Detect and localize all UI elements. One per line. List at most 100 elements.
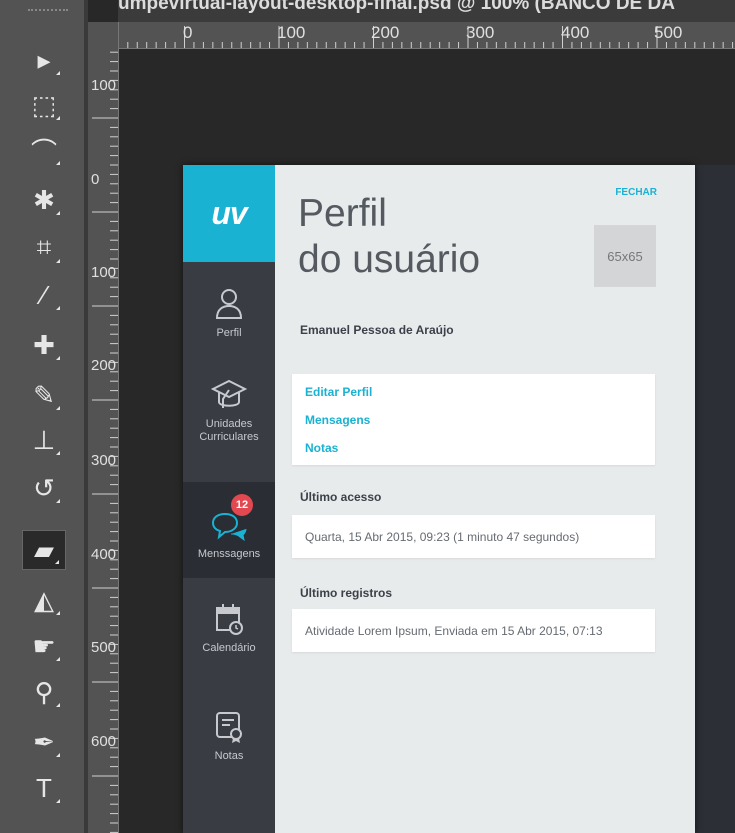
title-line: do usuário — [298, 238, 481, 281]
title-line: Perfil — [298, 192, 387, 235]
flyout-indicator — [56, 71, 60, 75]
stamp-icon: ⊥ — [32, 424, 56, 455]
neighbor-artboard — [681, 165, 735, 833]
eyedropper-tool[interactable]: ⁄ — [22, 275, 66, 315]
crop-icon: ⌗ — [36, 232, 52, 262]
ruler-label: 0 — [91, 171, 100, 188]
nav-label: Perfil — [216, 327, 242, 339]
profile-links-card: Editar Perfil Mensagens Notas — [292, 374, 655, 465]
nav-item-mensagens[interactable]: 12 Menssagens — [183, 482, 275, 578]
flyout-indicator — [56, 259, 60, 263]
flyout-indicator — [56, 753, 60, 757]
flyout-indicator — [56, 306, 60, 310]
ruler-label: 500 — [91, 639, 117, 656]
brush-icon: ✎ — [33, 379, 55, 410]
close-button[interactable]: FECHAR — [615, 187, 657, 198]
profile-artboard: uv Perfil Unidades Curriculares 12 Menss… — [183, 165, 695, 833]
calendar-icon — [216, 604, 243, 635]
smudge-tool[interactable]: ☛ — [22, 626, 66, 666]
nav-item-calendario[interactable]: Calendário — [183, 590, 275, 680]
last-records-label: Último registros — [300, 586, 393, 600]
last-access-label: Último acesso — [300, 490, 382, 504]
ruler-label: 500 — [654, 23, 683, 42]
nav-label: Notas — [214, 750, 244, 762]
grades-link[interactable]: Notas — [305, 441, 655, 469]
avatar[interactable]: 65x65 — [594, 225, 656, 287]
flyout-indicator — [56, 657, 60, 661]
ruler-label: 100 — [91, 264, 117, 281]
flyout-indicator — [56, 116, 60, 120]
crop-tool[interactable]: ⌗ — [22, 228, 66, 268]
ruler-origin[interactable] — [88, 22, 118, 48]
move-tool[interactable]: ▸ — [22, 40, 66, 80]
magic-wand-tool[interactable]: ✱ — [22, 180, 66, 220]
flyout-indicator — [56, 611, 60, 615]
tools-panel: ▸ ⬚ ⌒ ✱ ⌗ ⁄ ✚ ✎ ⊥ ↺ ▰ ◭ ☛ ⚲ ✒ T — [0, 0, 88, 833]
last-access-card: Quarta, 15 Abr 2015, 09:23 (1 minuto 47 … — [292, 515, 655, 558]
smudge-icon: ☛ — [32, 630, 56, 661]
flyout-indicator — [56, 211, 60, 215]
marquee-icon: ⬚ — [31, 89, 57, 120]
last-access-value: Quarta, 15 Abr 2015, 09:23 (1 minuto 47 … — [305, 529, 580, 544]
eyedropper-icon: ⁄ — [41, 279, 47, 310]
ruler-label: 400 — [561, 23, 590, 42]
brush-tool[interactable]: ✎ — [22, 375, 66, 415]
last-records-card: Atividade Lorem Ipsum, Enviada em 15 Abr… — [292, 609, 655, 652]
history-brush-icon: ↺ — [33, 472, 55, 503]
type-tool[interactable]: T — [22, 768, 66, 808]
ruler-label: 0 — [183, 23, 193, 42]
type-icon: T — [36, 772, 52, 803]
ruler-label: 400 — [91, 546, 117, 563]
app-sidebar: uv Perfil Unidades Curriculares 12 Menss… — [183, 165, 275, 833]
flyout-indicator — [55, 560, 59, 564]
pen-icon: ✒ — [33, 726, 55, 757]
marquee-tool[interactable]: ⬚ — [22, 85, 66, 125]
uv-logo[interactable]: uv — [183, 165, 275, 262]
panel-grip[interactable] — [28, 9, 68, 16]
ruler-label: 200 — [371, 23, 400, 42]
ruler-label: 100 — [91, 77, 117, 94]
ruler-ticks — [92, 23, 118, 833]
pen-tool[interactable]: ✒ — [22, 722, 66, 762]
flyout-indicator — [56, 799, 60, 803]
flyout-indicator — [56, 703, 60, 707]
certificate-icon — [216, 712, 242, 743]
ruler-label: 200 — [91, 357, 117, 374]
messages-link[interactable]: Mensagens — [305, 413, 655, 441]
zoom-icon: ⚲ — [34, 676, 54, 707]
document-tab-title[interactable]: umpevirtual-layout-desktop-final.psd @ 1… — [118, 0, 735, 22]
ruler-label: 600 — [91, 733, 117, 750]
eraser-icon: ▰ — [34, 534, 54, 565]
lasso-icon: ⌒ — [30, 136, 57, 167]
flyout-indicator — [56, 406, 60, 410]
lasso-tool[interactable]: ⌒ — [22, 130, 66, 170]
unread-badge: 12 — [231, 494, 253, 516]
graduation-cap-icon — [211, 379, 247, 408]
zoom-tool[interactable]: ⚲ — [22, 672, 66, 712]
horizontal-ruler[interactable]: 0 100 200 300 400 500 — [88, 22, 735, 49]
nav-label: Unidades Curriculares — [199, 418, 259, 443]
history-brush-tool[interactable]: ↺ — [22, 468, 66, 508]
paint-bucket-tool[interactable]: ◭ — [22, 580, 66, 620]
nav-label: Calendário — [202, 642, 256, 654]
healing-brush-tool[interactable]: ✚ — [22, 325, 66, 365]
nav-item-notas[interactable]: Notas — [183, 700, 275, 790]
profile-panel: FECHAR Perfil do usuário 65x65 Emanuel P… — [275, 165, 695, 833]
magic-wand-icon: ✱ — [33, 184, 55, 215]
nav-label: Menssagens — [197, 548, 261, 560]
move-icon: ▸ — [37, 44, 51, 75]
eraser-tool[interactable]: ▰ — [22, 530, 66, 570]
paint-bucket-icon: ◭ — [34, 584, 54, 615]
page-title: Perfil do usuário — [298, 191, 480, 283]
ruler-label: 300 — [466, 23, 495, 42]
healing-brush-icon: ✚ — [33, 329, 55, 360]
ruler-label: 100 — [277, 23, 306, 42]
nav-item-perfil[interactable]: Perfil — [183, 275, 275, 355]
user-icon — [215, 289, 243, 319]
user-name: Emanuel Pessoa de Araújo — [300, 323, 454, 337]
ruler-label: 300 — [91, 452, 117, 469]
vertical-ruler[interactable]: 100 0 100 200 300 400 500 600 — [88, 22, 119, 833]
stamp-tool[interactable]: ⊥ — [22, 420, 66, 460]
edit-profile-link[interactable]: Editar Perfil — [305, 385, 655, 413]
nav-item-unidades[interactable]: Unidades Curriculares — [183, 370, 275, 465]
